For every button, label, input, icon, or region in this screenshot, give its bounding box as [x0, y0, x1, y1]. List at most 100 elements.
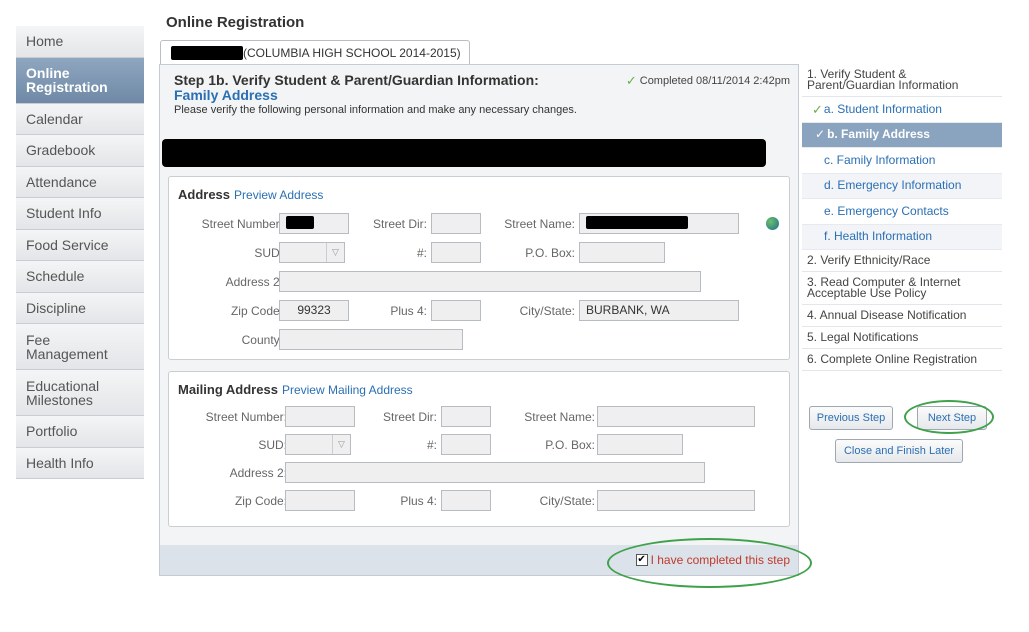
redacted-street-number	[286, 216, 314, 229]
zip-input[interactable]: 99323	[279, 300, 349, 321]
nav-portfolio[interactable]: Portfolio	[16, 416, 144, 448]
zip-label: Zip Code:	[230, 304, 283, 318]
mailing-po-box-label: P.O. Box:	[545, 438, 595, 452]
school-tab-label: (COLUMBIA HIGH SCHOOL 2014-2015)	[243, 45, 461, 60]
county-label: County:	[241, 333, 283, 347]
street-number-input[interactable]	[279, 213, 349, 234]
checkbox-checked-icon[interactable]: ✔	[635, 554, 648, 566]
mailing-plus4-label: Plus 4:	[400, 494, 437, 508]
step-description: Please verify the following personal inf…	[174, 104, 577, 116]
street-dir-input[interactable]	[431, 213, 481, 234]
nav-schedule[interactable]: Schedule	[16, 261, 144, 293]
mailing-section-title: Mailing Address Preview Mailing Address	[178, 382, 413, 397]
step-1d[interactable]: d. Emergency Information	[802, 173, 1002, 199]
address2-label: Address 2:	[225, 275, 283, 289]
check-icon: ✓	[812, 101, 823, 117]
mailing-hash-input[interactable]	[441, 434, 491, 455]
bottom-bar: ✔ I have completed this step	[160, 545, 798, 575]
mailing-street-number-label: Street Number:	[205, 410, 287, 424]
nav-attendance[interactable]: Attendance	[16, 166, 144, 198]
nav-health-info[interactable]: Health Info	[16, 447, 144, 479]
school-tab[interactable]: (COLUMBIA HIGH SCHOOL 2014-2015)	[160, 40, 470, 64]
redacted-student-name	[171, 45, 243, 60]
globe-icon[interactable]	[766, 217, 779, 230]
step-3[interactable]: 3. Read Computer & Internet Acceptable U…	[802, 272, 1002, 305]
hash-label: #:	[416, 246, 427, 260]
city-state-label: City/State:	[519, 304, 575, 318]
step-subtitle: Family Address	[174, 87, 278, 103]
mailing-zip-label: Zip Code:	[234, 494, 287, 508]
next-step-button[interactable]: Next Step	[917, 406, 987, 430]
nav-student-info[interactable]: Student Info	[16, 198, 144, 230]
mailing-street-name-label: Street Name:	[524, 410, 595, 424]
nav-food-service[interactable]: Food Service	[16, 229, 144, 261]
completed-text: Completed 08/11/2014 2:42pm	[639, 75, 790, 87]
mailing-hash-label: #:	[426, 438, 437, 452]
redacted-info-bar	[162, 139, 766, 167]
nav-discipline[interactable]: Discipline	[16, 292, 144, 324]
mailing-zip-input[interactable]	[285, 490, 355, 511]
previous-step-button[interactable]: Previous Step	[809, 406, 893, 430]
step-1[interactable]: 1. Verify Student & Parent/Guardian Info…	[802, 64, 1002, 97]
sud-select[interactable]: ▽	[279, 242, 345, 263]
hash-input[interactable]	[431, 242, 481, 263]
address-section: Address Preview Address Street Number: St…	[168, 176, 790, 360]
mailing-po-box-input[interactable]	[597, 434, 683, 455]
plus4-label: Plus 4:	[390, 304, 427, 318]
mailing-address2-label: Address 2:	[229, 466, 287, 480]
step-1f[interactable]: f. Health Information	[802, 224, 1002, 250]
nav-fee-management[interactable]: Fee Management	[16, 324, 144, 370]
completed-status: ✓ Completed 08/11/2014 2:42pm	[626, 73, 790, 89]
step-1c[interactable]: c. Family Information	[802, 148, 1002, 174]
mailing-city-state-label: City/State:	[539, 494, 595, 508]
sud-label: SUD:	[254, 246, 283, 260]
county-input[interactable]	[279, 329, 463, 350]
mailing-city-state-input[interactable]	[597, 490, 755, 511]
nav-gradebook[interactable]: Gradebook	[16, 135, 144, 167]
mailing-address2-input[interactable]	[285, 462, 705, 483]
preview-address-link[interactable]: Preview Address	[234, 188, 323, 202]
plus4-input[interactable]	[431, 300, 481, 321]
step-1a[interactable]: ✓ a. Student Information	[802, 97, 1002, 123]
po-box-label: P.O. Box:	[525, 246, 575, 260]
step-1e[interactable]: e. Emergency Contacts	[802, 199, 1002, 225]
step-2[interactable]: 2. Verify Ethnicity/Race	[802, 250, 1002, 272]
steps-panel: 1. Verify Student & Parent/Guardian Info…	[802, 64, 1002, 371]
check-icon: ✓	[815, 127, 826, 142]
nav-calendar[interactable]: Calendar	[16, 103, 144, 135]
mailing-street-name-input[interactable]	[597, 406, 755, 427]
step-title: Step 1b. Verify Student & Parent/Guardia…	[174, 72, 539, 88]
street-number-label: Street Number:	[201, 217, 283, 231]
address2-input[interactable]	[279, 271, 701, 292]
nav-educational-milestones[interactable]: Educational Milestones	[16, 370, 144, 416]
street-dir-label: Street Dir:	[372, 217, 427, 231]
complete-step-checkbox[interactable]: ✔ I have completed this step	[635, 553, 790, 567]
preview-mailing-address-link[interactable]: Preview Mailing Address	[282, 383, 413, 397]
mailing-plus4-input[interactable]	[441, 490, 491, 511]
mailing-sud-label: SUD:	[258, 438, 287, 452]
nav-home[interactable]: Home	[16, 26, 144, 58]
left-nav: Home Online Registration Calendar Gradeb…	[16, 26, 144, 479]
street-name-label: Street Name:	[504, 217, 575, 231]
mailing-street-dir-label: Street Dir:	[382, 410, 437, 424]
complete-step-label: I have completed this step	[650, 553, 790, 567]
main-panel: Step 1b. Verify Student & Parent/Guardia…	[159, 64, 799, 576]
mailing-sud-select[interactable]: ▽	[285, 434, 351, 455]
nav-online-registration[interactable]: Online Registration	[16, 57, 144, 104]
mailing-street-dir-input[interactable]	[441, 406, 491, 427]
city-state-input[interactable]: BURBANK, WA	[579, 300, 739, 321]
redacted-street-name	[586, 216, 688, 229]
page-title: Online Registration	[166, 14, 305, 31]
close-and-finish-later-button[interactable]: Close and Finish Later	[835, 439, 963, 463]
step-4[interactable]: 4. Annual Disease Notification	[802, 305, 1002, 327]
mailing-street-number-input[interactable]	[285, 406, 355, 427]
mailing-address-section: Mailing Address Preview Mailing Address S…	[168, 371, 790, 527]
step-6[interactable]: 6. Complete Online Registration	[802, 349, 1002, 371]
street-name-input[interactable]	[579, 213, 739, 234]
po-box-input[interactable]	[579, 242, 665, 263]
step-5[interactable]: 5. Legal Notifications	[802, 327, 1002, 349]
address-section-title: Address Preview Address	[178, 187, 324, 202]
step-1b[interactable]: ✓ b. Family Address	[802, 122, 1002, 148]
chevron-down-icon: ▽	[332, 435, 350, 454]
check-icon: ✓	[625, 73, 637, 88]
